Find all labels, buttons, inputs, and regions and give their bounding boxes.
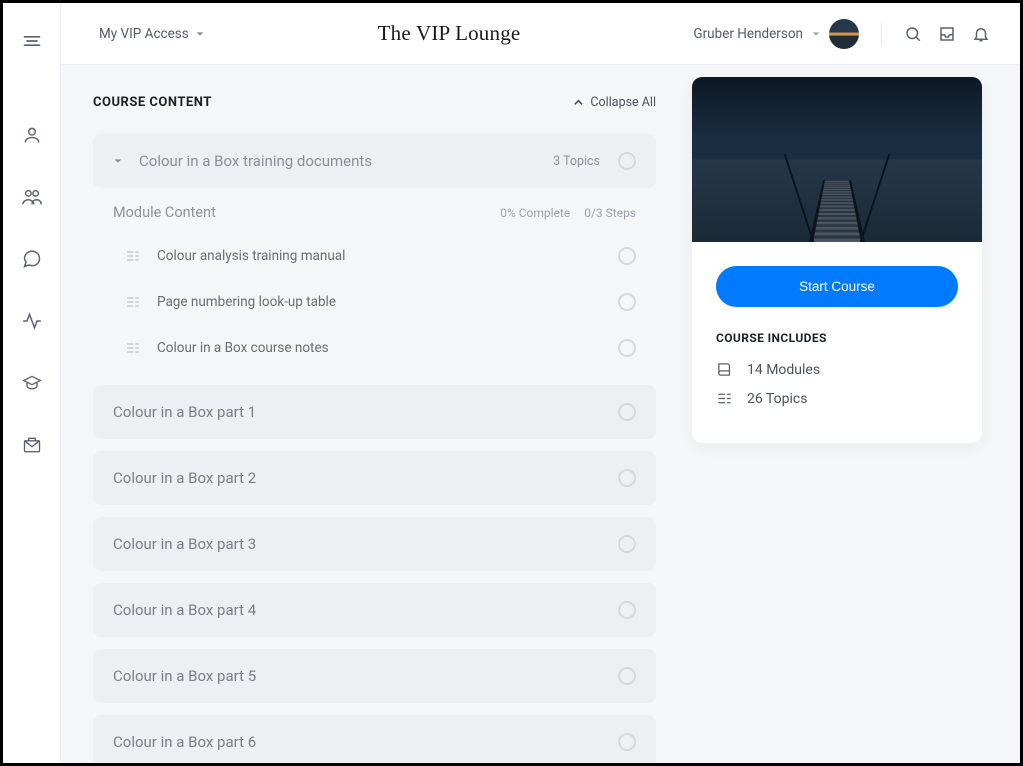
module-title: Colour in a Box part 4 (113, 601, 618, 619)
community-icon[interactable] (12, 177, 52, 217)
module-steps: 0/3 Steps (584, 206, 636, 220)
module-title: Colour in a Box part 6 (113, 733, 618, 751)
module-title: Colour in a Box part 3 (113, 535, 618, 553)
mail-icon[interactable] (12, 425, 52, 465)
module-header[interactable]: Colour in a Box training documents 3 Top… (93, 134, 656, 188)
user-name: Gruber Henderson (693, 26, 803, 42)
chevron-down-icon (811, 29, 821, 39)
module-title: Colour in a Box part 2 (113, 469, 618, 487)
module-progress: 0% Complete (500, 206, 570, 220)
status-circle (618, 339, 636, 357)
module-header[interactable]: Colour in a Box part 2 (93, 451, 656, 505)
chevron-down-icon (195, 29, 205, 39)
divider (881, 23, 882, 45)
module-collapsed: Colour in a Box part 6 (93, 715, 656, 763)
course-content-heading: COURSE CONTENT (93, 95, 212, 110)
graduation-icon[interactable] (12, 363, 52, 403)
includes-topics: 26 Topics (716, 390, 958, 407)
sidebar (3, 3, 61, 763)
start-course-button[interactable]: Start Course (716, 266, 958, 307)
topic-title: Page numbering look-up table (157, 294, 618, 310)
module-collapsed: Colour in a Box part 4 (93, 583, 656, 637)
module-collapsed: Colour in a Box part 1 (93, 385, 656, 439)
includes-modules: 14 Modules (716, 361, 958, 378)
status-circle (618, 293, 636, 311)
chevron-up-icon (573, 97, 584, 108)
topic-title: Colour in a Box course notes (157, 340, 618, 356)
module-collapsed: Colour in a Box part 5 (93, 649, 656, 703)
top-header: My VIP Access The VIP Lounge Gruber Hend… (61, 3, 1020, 65)
module-title: Colour in a Box part 5 (113, 667, 618, 685)
access-menu-label: My VIP Access (99, 26, 189, 42)
topic-item[interactable]: Colour analysis training manual (113, 233, 636, 279)
menu-toggle-icon[interactable] (12, 21, 52, 61)
status-circle (618, 667, 636, 685)
site-title: The VIP Lounge (205, 21, 694, 46)
module-content-label: Module Content (113, 204, 216, 221)
module-topic-count: 3 Topics (553, 154, 600, 169)
status-circle (618, 469, 636, 487)
course-content: COURSE CONTENT Collapse All Colour in a … (93, 95, 656, 763)
status-circle (618, 601, 636, 619)
module-collapsed: Colour in a Box part 3 (93, 517, 656, 571)
avatar (829, 19, 859, 49)
access-menu[interactable]: My VIP Access (99, 26, 205, 42)
status-circle (618, 403, 636, 421)
module-header[interactable]: Colour in a Box part 1 (93, 385, 656, 439)
status-circle (618, 535, 636, 553)
course-side-card: Start Course COURSE INCLUDES 14 Modules … (692, 77, 982, 443)
module-collapsed: Colour in a Box part 2 (93, 451, 656, 505)
caret-down-icon (113, 156, 123, 166)
status-circle (618, 733, 636, 751)
includes-topics-label: 26 Topics (747, 391, 807, 407)
topic-item[interactable]: Page numbering look-up table (113, 279, 636, 325)
chat-icon[interactable] (12, 239, 52, 279)
module-title: Colour in a Box part 1 (113, 403, 618, 421)
list-icon (716, 390, 733, 407)
person-icon[interactable] (12, 115, 52, 155)
list-icon (125, 294, 141, 310)
module-expanded: Colour in a Box training documents 3 Top… (93, 134, 656, 385)
topic-title: Colour analysis training manual (157, 248, 618, 264)
includes-modules-label: 14 Modules (747, 362, 820, 378)
collapse-all-label: Collapse All (590, 95, 656, 110)
bell-icon[interactable] (972, 25, 990, 43)
collapse-all-button[interactable]: Collapse All (573, 95, 656, 110)
user-menu[interactable]: Gruber Henderson (693, 19, 859, 49)
module-title: Colour in a Box training documents (139, 152, 553, 170)
topic-item[interactable]: Colour in a Box course notes (113, 325, 636, 371)
activity-icon[interactable] (12, 301, 52, 341)
course-includes-heading: COURSE INCLUDES (716, 331, 958, 345)
list-icon (125, 248, 141, 264)
course-image (692, 77, 982, 242)
module-header[interactable]: Colour in a Box part 4 (93, 583, 656, 637)
book-icon (716, 361, 733, 378)
status-circle (618, 152, 636, 170)
module-header[interactable]: Colour in a Box part 6 (93, 715, 656, 763)
module-header[interactable]: Colour in a Box part 5 (93, 649, 656, 703)
list-icon (125, 340, 141, 356)
module-header[interactable]: Colour in a Box part 3 (93, 517, 656, 571)
search-icon[interactable] (904, 25, 922, 43)
inbox-icon[interactable] (938, 25, 956, 43)
status-circle (618, 247, 636, 265)
